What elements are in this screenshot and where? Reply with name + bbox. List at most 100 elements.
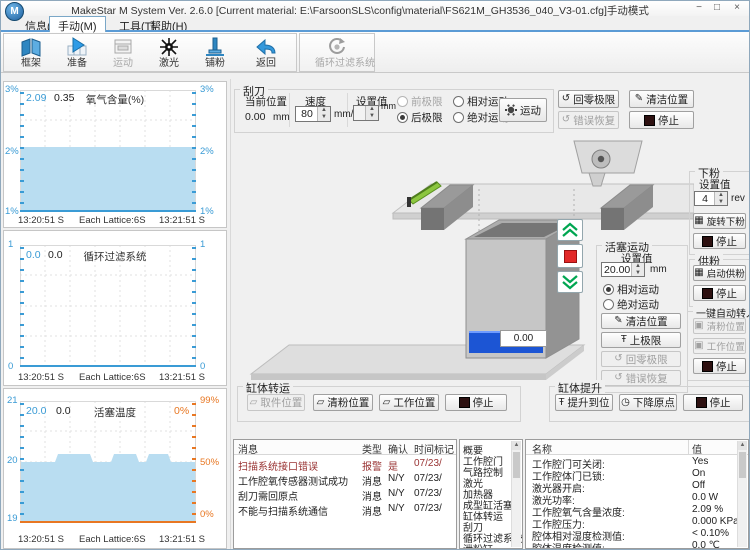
- oxygen-ytick: 2%: [200, 146, 214, 157]
- status-row[interactable]: 激光器开启:Off: [526, 480, 738, 491]
- auto-transfer-stop-button[interactable]: 停止: [693, 358, 746, 374]
- rotate-powder-down-button[interactable]: ▦旋转下粉: [693, 213, 746, 229]
- stop-square-icon: [459, 397, 470, 408]
- move-button[interactable]: 运动: [499, 98, 547, 122]
- message-row[interactable]: 工作腔氧传感器测试成功 消息 N/Y 07/23/: [234, 473, 456, 486]
- filter-x-interval: Each Lattice:6S: [79, 372, 146, 383]
- app-logo-icon: M: [5, 2, 24, 21]
- piston-clean-position-button[interactable]: ✎清洁位置: [601, 313, 681, 329]
- minimize-button[interactable]: −: [691, 2, 707, 15]
- piston-up-button[interactable]: [557, 219, 583, 241]
- filter-ytick: 0: [8, 361, 13, 372]
- piston-temp-ytick: 19: [7, 513, 18, 524]
- lower-to-origin-button[interactable]: ◷下降原点: [619, 394, 677, 411]
- toolbar-powder-button[interactable]: 铺粉: [193, 35, 237, 70]
- piston-absolute-radio-circle[interactable]: [603, 299, 614, 310]
- absolute-motion-radio-circle[interactable]: [453, 112, 464, 123]
- clean-powder-position-button[interactable]: ▱清粉位置: [313, 394, 373, 411]
- upper-limit-icon: Ŧ: [621, 335, 627, 345]
- position-icon: ▱: [383, 398, 391, 408]
- set-value-spinner[interactable]: ▲▼: [353, 105, 379, 121]
- powder-supply-stop-button[interactable]: 停止: [693, 285, 746, 301]
- stop-square-icon: [702, 361, 713, 372]
- menu-manual-active[interactable]: 手动(M): [49, 16, 106, 32]
- toolbar-laser-button[interactable]: 激光: [147, 35, 191, 70]
- status-row[interactable]: 工作腔氧气含量浓度:2.09 %: [526, 504, 738, 515]
- cylinder-lift-stop-button[interactable]: 停止: [683, 394, 743, 411]
- piston-stop-button[interactable]: [557, 244, 583, 268]
- status-row[interactable]: 工作腔压力:0.000 KPa: [526, 516, 738, 527]
- speed-spinner-arrows[interactable]: ▲▼: [317, 107, 330, 121]
- piston-down-button[interactable]: [557, 271, 583, 293]
- powder-down-stop-button[interactable]: 停止: [693, 233, 746, 249]
- home-arrow-icon: ↺: [562, 94, 570, 104]
- spin-down-icon[interactable]: ▼: [715, 199, 727, 206]
- start-powder-supply-button[interactable]: ▦启动供粉: [693, 265, 746, 281]
- category-list-panel: 概要 工作腔门 气路控制 激光 加热器 成型缸活塞 缸体转运 刮刀 循环过滤系统…: [459, 439, 523, 549]
- piston-relative-radio[interactable]: 相对运动: [603, 282, 659, 297]
- cylinder-transfer-stop-button[interactable]: 停止: [445, 394, 507, 411]
- piston-upper-limit-button[interactable]: Ŧ上极限: [601, 332, 681, 348]
- spin-down-icon[interactable]: ▼: [366, 113, 378, 120]
- grid-icon: ▦: [694, 268, 703, 278]
- oxygen-x-end: 13:21:51 S: [159, 215, 205, 226]
- menu-bar: 信息(I) 手动(M) 工具(T) 帮助(H): [1, 16, 749, 30]
- filter-chart-panel: 1 0 1 0 循环过滤系统 0.0 0.0 13:20:51 S Each L…: [3, 230, 227, 386]
- scroll-up-icon[interactable]: ▲: [512, 441, 521, 450]
- toolbar-back-button[interactable]: 返回: [244, 35, 288, 70]
- maximize-button[interactable]: □: [709, 2, 725, 15]
- scrollbar-thumb[interactable]: [739, 452, 746, 478]
- message-row[interactable]: 刮刀需回原点 消息 N/Y 07/23/: [234, 488, 456, 501]
- work-position-button[interactable]: ▱工作位置: [379, 394, 439, 411]
- piston-temp-ytick-right: 0%: [200, 509, 214, 520]
- toolbar-prepare-button[interactable]: 准备: [55, 35, 99, 70]
- message-row[interactable]: 不能与扫描系统通信 消息 N/Y 07/23/: [234, 503, 456, 516]
- spin-up-icon[interactable]: ▲: [318, 107, 330, 114]
- scraper-stop-button[interactable]: 停止: [629, 111, 694, 129]
- speed-spinner[interactable]: 80 ▲▼: [295, 106, 331, 122]
- close-button[interactable]: ×: [729, 2, 745, 15]
- piston-set-spinner[interactable]: 20.00 ▲▼: [601, 262, 645, 277]
- category-scrollbar[interactable]: ▲: [511, 441, 521, 547]
- spin-down-icon[interactable]: ▼: [318, 114, 330, 121]
- oxygen-x-interval: Each Lattice:6S: [79, 215, 146, 226]
- piston-absolute-radio[interactable]: 绝对运动: [603, 297, 659, 312]
- home-arrow-icon: ↺: [614, 354, 622, 364]
- set-value-spinner-arrows[interactable]: ▲▼: [365, 106, 378, 120]
- current-position-label: 当前位置: [245, 94, 287, 109]
- status-scrollbar[interactable]: ▲: [737, 441, 747, 547]
- status-header-name: 名称: [532, 441, 552, 456]
- menu-help[interactable]: 帮助(H): [144, 18, 193, 30]
- lift-to-position-button[interactable]: Ŧ提升到位: [555, 394, 613, 411]
- piston-temp-chart-panel: 21 20 19 99% 50% 0% 活塞温度 20.0 0.0 0% 13:…: [3, 388, 227, 549]
- powder-down-spinner-arrows[interactable]: ▲▼: [714, 192, 727, 205]
- status-row[interactable]: 工作腔体门已锁:On: [526, 468, 738, 479]
- category-item[interactable]: 泄粉缸: [463, 541, 493, 549]
- scroll-up-icon[interactable]: ▲: [738, 441, 747, 450]
- piston-spinner-arrows[interactable]: ▲▼: [631, 263, 644, 276]
- toolbar-frame-button[interactable]: 框架: [9, 35, 53, 70]
- piston-temp-x-interval: Each Lattice:6S: [79, 534, 146, 545]
- scraper-home-limit-button[interactable]: ↺回零极限: [558, 90, 619, 108]
- chevron-up-icon: [558, 220, 582, 240]
- status-row[interactable]: 工作腔门可关闭:Yes: [526, 456, 738, 467]
- message-row[interactable]: 扫描系统接口错误 报警 是 07/23/: [234, 458, 456, 471]
- scraper-clean-position-button[interactable]: ✎清洁位置: [629, 90, 694, 108]
- piston-error-recover-button: ↺错误恢复: [601, 370, 681, 386]
- rear-limit-radio-circle[interactable]: [397, 112, 408, 123]
- toolbar-group-filter: 循环过滤系统: [299, 33, 375, 72]
- status-row[interactable]: 激光功率:0.0 W: [526, 492, 738, 503]
- powder-down-spinner[interactable]: 4 ▲▼: [694, 191, 728, 206]
- status-row[interactable]: 腔体相对湿度检测值:< 0.10%: [526, 528, 738, 539]
- scrollbar-thumb[interactable]: [513, 452, 520, 478]
- filter-x-start: 13:20:51 S: [18, 372, 64, 383]
- piston-relative-radio-circle[interactable]: [603, 284, 614, 295]
- piston-temp-ytick: 20: [7, 455, 18, 466]
- relative-motion-radio-circle[interactable]: [453, 96, 464, 107]
- position-icon: ▣: [694, 341, 703, 351]
- spin-up-icon[interactable]: ▲: [366, 106, 378, 113]
- status-row[interactable]: 腔体温度检测值:0.0 ℃: [526, 540, 738, 549]
- oxygen-ytick: 1%: [5, 206, 19, 217]
- spin-down-icon[interactable]: ▼: [632, 270, 644, 277]
- rear-limit-radio[interactable]: 后极限: [397, 110, 443, 125]
